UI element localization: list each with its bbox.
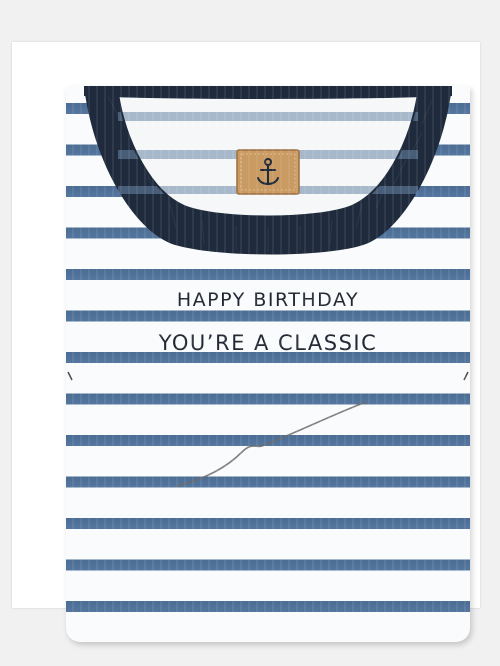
message-line-1: HAPPY BIRTHDAY [176, 289, 360, 311]
right-seam [463, 371, 469, 381]
shirt-collar [67, 86, 469, 487]
message-line-2: YOU’RE A CLASSIC [158, 331, 378, 355]
birthday-message: HAPPY BIRTHDAY YOU’RE A CLASSIC [66, 287, 470, 357]
left-seam [67, 371, 73, 381]
greeting-card: HAPPY BIRTHDAY YOU’RE A CLASSIC [66, 86, 470, 642]
pencil-mark [177, 401, 367, 487]
anchor-label [236, 149, 300, 195]
